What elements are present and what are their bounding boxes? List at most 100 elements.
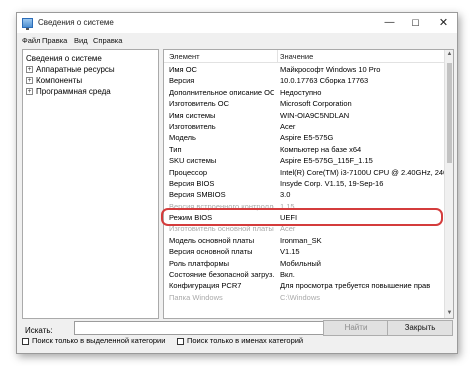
row-item-value: Acer bbox=[280, 121, 296, 131]
scrollbar-thumb[interactable] bbox=[447, 63, 452, 163]
table-row[interactable]: Изготовитель Acer bbox=[164, 121, 446, 132]
row-item-value: Aspire E5-575G bbox=[280, 133, 334, 143]
table-row[interactable]: Имя системы WIN-OIA9C5NDLAN bbox=[164, 110, 446, 121]
row-item-name: Версия SMBIOS bbox=[169, 190, 226, 200]
menu-edit[interactable]: Правка bbox=[42, 36, 67, 45]
table-row[interactable]: Версия основной платы V1.15 bbox=[164, 246, 446, 257]
table-row[interactable]: Папка Windows C:\Windows bbox=[164, 292, 446, 303]
selected-category-only-checkbox[interactable]: Поиск только в выделенной категории bbox=[22, 336, 165, 345]
table-rows: Имя ОС Майкрософт Windows 10 Pro Версия 10.… bbox=[164, 64, 446, 303]
scroll-down-arrow-icon[interactable]: ▼ bbox=[445, 309, 453, 318]
tree-item-components[interactable]: + Компоненты bbox=[26, 76, 82, 85]
table-row[interactable]: Тип Компьютер на базе x64 bbox=[164, 144, 446, 155]
row-item-name: Дополнительное описание ОС bbox=[169, 87, 274, 97]
table-row[interactable]: Версия встроенного контроллера 1.15 bbox=[164, 201, 446, 212]
expand-icon[interactable]: + bbox=[26, 88, 33, 96]
column-header-item[interactable]: Элемент bbox=[169, 52, 200, 61]
search-label: Искать: bbox=[25, 326, 53, 335]
details-list: Элемент Значение Имя ОС Майкрософт Window… bbox=[163, 49, 454, 319]
row-item-value: WIN-OIA9C5NDLAN bbox=[280, 110, 350, 120]
row-item-name: Процессор bbox=[169, 167, 208, 177]
row-item-name: Имя системы bbox=[169, 110, 216, 120]
row-item-name: Тип bbox=[169, 144, 182, 154]
table-row[interactable]: Конфигурация PCR7 Для просмотра требуется… bbox=[164, 280, 446, 291]
table-row[interactable]: Изготовитель основной платы Acer bbox=[164, 223, 446, 234]
menu-help[interactable]: Справка bbox=[93, 36, 122, 45]
system-info-window: Сведения о системе — ☐ ✕ Файл Правка Вид… bbox=[16, 12, 458, 354]
table-row[interactable]: SKU системы Aspire E5-575G_115F_1.15 bbox=[164, 155, 446, 166]
checkbox-box[interactable] bbox=[177, 337, 184, 345]
row-item-name: Версия BIOS bbox=[169, 178, 215, 188]
expand-icon[interactable]: + bbox=[26, 66, 33, 74]
scroll-up-arrow-icon[interactable]: ▲ bbox=[445, 50, 453, 59]
row-item-value: Ironman_SK bbox=[280, 235, 322, 245]
menu-file[interactable]: Файл bbox=[22, 36, 40, 45]
row-item-name: Конфигурация PCR7 bbox=[169, 281, 242, 291]
title-bar[interactable]: Сведения о системе — ☐ ✕ bbox=[17, 13, 457, 33]
table-row[interactable]: Модель основной платы Ironman_SK bbox=[164, 235, 446, 246]
category-names-only-checkbox[interactable]: Поиск только в именах категорий bbox=[177, 336, 303, 345]
expand-icon[interactable]: + bbox=[26, 77, 33, 85]
column-header-value[interactable]: Значение bbox=[280, 52, 313, 61]
menu-view[interactable]: Вид bbox=[74, 36, 88, 45]
tree-root-system-summary[interactable]: Сведения о системе bbox=[26, 54, 102, 63]
row-item-value: Insyde Corp. V1.15, 19-Sep-16 bbox=[280, 178, 384, 188]
table-row[interactable]: Изготовитель ОС Microsoft Corporation bbox=[164, 98, 446, 109]
row-item-name: Изготовитель bbox=[169, 121, 216, 131]
row-item-name: Состояние безопасной загруз... bbox=[169, 270, 274, 280]
row-item-name: Режим BIOS bbox=[169, 213, 213, 223]
row-item-value: Вкл. bbox=[280, 270, 295, 280]
table-row[interactable]: Версия BIOS Insyde Corp. V1.15, 19-Sep-16 bbox=[164, 178, 446, 189]
search-input[interactable] bbox=[74, 321, 337, 335]
list-header: Элемент Значение bbox=[164, 50, 446, 63]
table-row[interactable]: Имя ОС Майкрософт Windows 10 Pro bbox=[164, 64, 446, 75]
tree-item-software-environment[interactable]: + Программная среда bbox=[26, 87, 111, 96]
checkbox-box[interactable] bbox=[22, 337, 29, 345]
row-item-name: SKU системы bbox=[169, 156, 217, 166]
table-row[interactable]: Модель Aspire E5-575G bbox=[164, 132, 446, 143]
table-row[interactable]: Версия 10.0.17763 Сборка 17763 bbox=[164, 75, 446, 86]
row-item-value: Недоступно bbox=[280, 87, 322, 97]
row-item-value: C:\Windows bbox=[280, 292, 321, 302]
checkbox-label: Поиск только в выделенной категории bbox=[32, 336, 166, 345]
tree-item-label: Компоненты bbox=[36, 76, 83, 85]
table-row-bios-mode[interactable]: Режим BIOS UEFI bbox=[164, 212, 446, 223]
row-item-value: Acer bbox=[280, 224, 296, 234]
close-window-button[interactable]: ✕ bbox=[431, 13, 456, 33]
row-item-name: Версия основной платы bbox=[169, 247, 253, 257]
row-item-value: Мобильный bbox=[280, 258, 321, 268]
window-title: Сведения о системе bbox=[38, 18, 114, 27]
maximize-button[interactable]: ☐ bbox=[403, 13, 428, 33]
row-item-value: Microsoft Corporation bbox=[280, 99, 352, 109]
row-item-name: Модель bbox=[169, 133, 196, 143]
row-item-name: Версия bbox=[169, 76, 195, 86]
find-button[interactable]: Найти bbox=[323, 320, 389, 336]
tree-item-label: Аппаратные ресурсы bbox=[36, 65, 115, 74]
table-row[interactable]: Роль платформы Мобильный bbox=[164, 258, 446, 269]
table-row[interactable]: Состояние безопасной загруз... Вкл. bbox=[164, 269, 446, 280]
row-item-name: Имя ОС bbox=[169, 65, 197, 74]
vertical-scrollbar[interactable]: ▲ ▼ bbox=[444, 50, 453, 318]
table-row[interactable]: Дополнительное описание ОС Недоступно bbox=[164, 87, 446, 98]
table-row[interactable]: Процессор Intel(R) Core(TM) i3-7100U CPU … bbox=[164, 167, 446, 178]
row-item-value: Майкрософт Windows 10 Pro bbox=[280, 65, 381, 74]
row-item-name: Модель основной платы bbox=[169, 235, 255, 245]
close-button[interactable]: Закрыть bbox=[387, 320, 453, 336]
row-item-value: 1.15 bbox=[280, 201, 295, 211]
row-item-value: Компьютер на базе x64 bbox=[280, 144, 362, 154]
row-item-value: 3.0 bbox=[280, 190, 291, 200]
minimize-button[interactable]: — bbox=[377, 13, 402, 33]
row-item-name: Версия встроенного контроллера bbox=[169, 201, 274, 211]
row-item-value: Intel(R) Core(TM) i3-7100U CPU @ 2.40GHz… bbox=[280, 167, 446, 177]
menu-bar: Файл Правка Вид Справка bbox=[17, 35, 457, 48]
row-item-name: Изготовитель ОС bbox=[169, 99, 229, 109]
system-info-app-icon bbox=[22, 18, 33, 30]
tree-item-hardware-resources[interactable]: + Аппаратные ресурсы bbox=[26, 65, 115, 74]
table-row[interactable]: Версия SMBIOS 3.0 bbox=[164, 189, 446, 200]
category-tree: Сведения о системе + Аппаратные ресурсы +… bbox=[22, 49, 159, 319]
column-divider[interactable] bbox=[277, 50, 278, 63]
checkbox-label: Поиск только в именах категорий bbox=[187, 336, 304, 345]
row-item-value: Для просмотра требуется повышение прав bbox=[280, 281, 431, 291]
row-item-value: UEFI bbox=[280, 213, 298, 223]
row-item-name: Папка Windows bbox=[169, 292, 223, 302]
